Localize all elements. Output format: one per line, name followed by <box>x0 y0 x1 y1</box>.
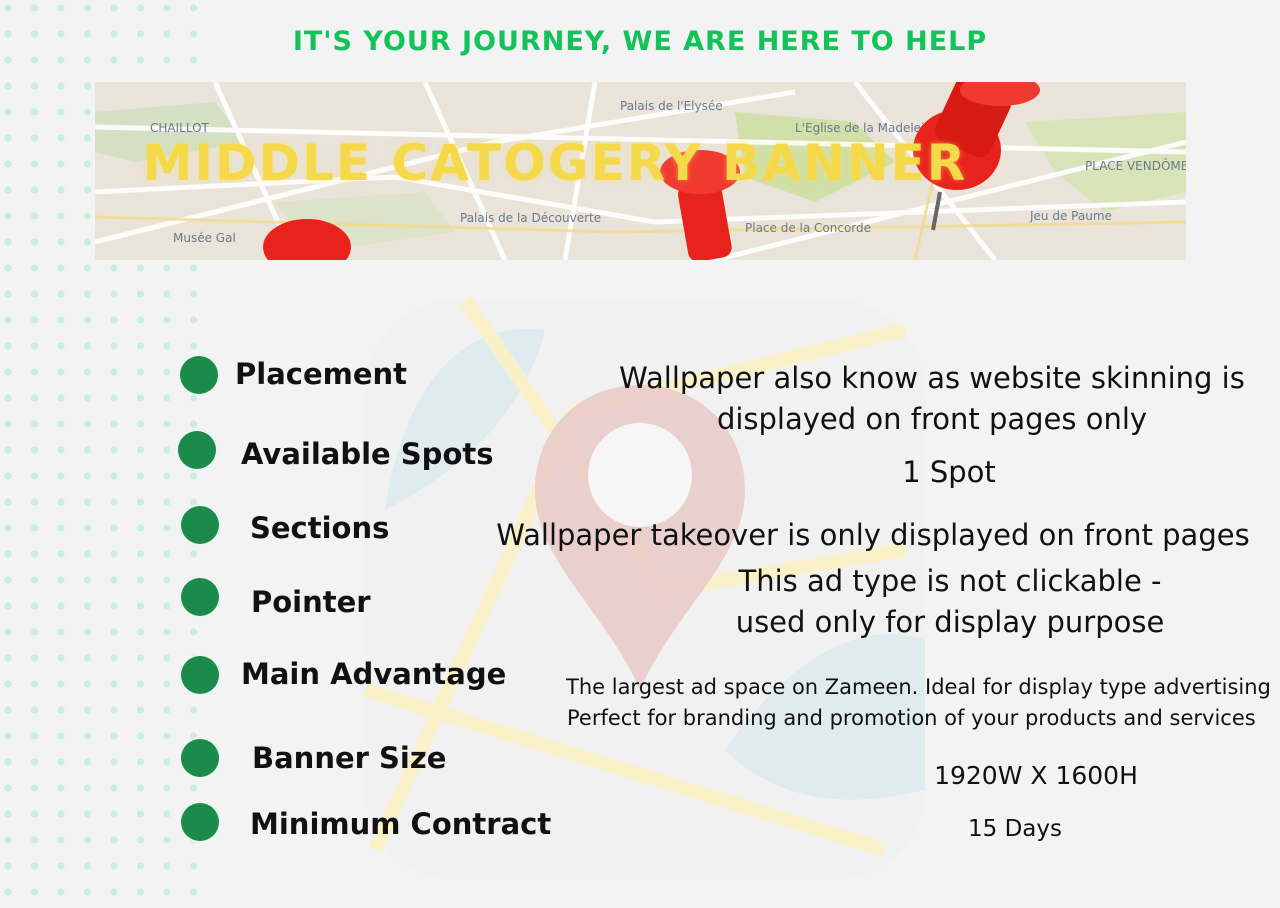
pointer-value-line: used only for display purpose <box>735 605 1165 639</box>
main-advantage-label: Main Advantage <box>241 657 507 691</box>
map-label: Palais de la Découverte <box>460 211 601 225</box>
placement-value-line: displayed on front pages only <box>716 402 1148 436</box>
bullet-icon <box>181 578 219 616</box>
sections-value: Wallpaper takeover is only displayed on … <box>496 518 1250 552</box>
bullet-icon <box>181 656 219 694</box>
placement-label: Placement <box>235 357 408 391</box>
sections-label: Sections <box>250 511 390 545</box>
banner-size-label: Banner Size <box>252 741 447 775</box>
main-advantage-value-line: The largest ad space on Zameen. Ideal fo… <box>566 675 1271 699</box>
tagline: IT'S YOUR JOURNEY, WE ARE HERE TO HELP <box>292 26 988 57</box>
main-advantage-value-line: Perfect for branding and promotion of yo… <box>567 706 1256 730</box>
bullet-icon <box>181 739 219 777</box>
pointer-value-line: This ad type is not clickable - <box>738 564 1162 598</box>
map-label: CHAILLOT <box>150 121 210 135</box>
category-banner: CHAILLOT Palais de l'Elysée L'Eglise de … <box>95 82 1186 260</box>
banner-title: MIDDLE CATOGERY BANNER <box>142 134 968 192</box>
available-spots-label: Available Spots <box>241 437 494 471</box>
map-label: Palais de l'Elysée <box>620 99 723 113</box>
bullet-icon <box>181 506 219 544</box>
minimum-contract-value: 15 Days <box>968 816 1062 842</box>
placement-value-line: Wallpaper also know as website skinning … <box>619 361 1245 395</box>
bullet-icon <box>181 803 219 841</box>
map-label: Musée Gal <box>173 231 236 245</box>
pointer-label: Pointer <box>251 585 371 619</box>
map-label: Place de la Concorde <box>745 221 871 235</box>
minimum-contract-label: Minimum Contract <box>250 807 552 841</box>
bullet-icon <box>180 356 218 394</box>
available-spots-value: 1 Spot <box>902 455 996 489</box>
map-label: PLACE VENDÔME <box>1085 158 1186 173</box>
bullet-icon <box>178 431 216 469</box>
map-label: Jeu de Paume <box>1029 209 1112 223</box>
banner-size-value: 1920W X 1600H <box>934 761 1138 790</box>
